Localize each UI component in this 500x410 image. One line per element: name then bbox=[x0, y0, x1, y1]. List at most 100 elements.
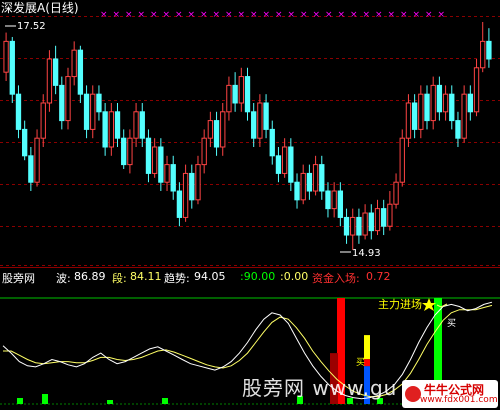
level-zero-value: :0.00 bbox=[280, 270, 309, 283]
candle-body bbox=[182, 172, 189, 218]
candle-body bbox=[362, 212, 368, 236]
candle-body bbox=[127, 137, 133, 166]
candle-body bbox=[108, 111, 114, 148]
indicator-header: 股旁网 波: 86.89 段: 84.11 趋势: 94.05 :90.00 :… bbox=[0, 270, 500, 286]
level-high-value: :90.00 bbox=[240, 270, 276, 283]
wave-label: 波: bbox=[56, 272, 71, 285]
candle-body bbox=[257, 102, 263, 139]
candle-body bbox=[21, 128, 28, 157]
candle-body bbox=[356, 216, 362, 236]
candle-body bbox=[251, 111, 257, 139]
x-marker-icon: × bbox=[263, 10, 271, 20]
candle-body bbox=[46, 58, 53, 104]
candle-body bbox=[461, 93, 467, 139]
candle-body bbox=[114, 111, 121, 139]
candle-body bbox=[244, 76, 251, 113]
x-marker-icon: × bbox=[225, 10, 233, 20]
candle-body bbox=[294, 181, 300, 201]
watermark-text: 股旁网 www.gu bbox=[242, 376, 398, 400]
candle-body bbox=[77, 49, 84, 95]
x-marker-icon: × bbox=[138, 10, 146, 20]
candle-body bbox=[83, 93, 90, 130]
trend-label: 趋势: bbox=[164, 272, 190, 285]
candle-body bbox=[381, 208, 387, 227]
candle-body bbox=[312, 164, 319, 192]
x-marker-icon: × bbox=[150, 10, 158, 20]
candle-body bbox=[189, 172, 195, 201]
candle-body bbox=[158, 146, 164, 183]
x-marker-icon: × bbox=[363, 10, 371, 20]
x-marker-icon: × bbox=[413, 10, 421, 20]
candle-body bbox=[176, 190, 183, 218]
x-marker-icon: × bbox=[288, 10, 296, 20]
candle-body bbox=[269, 128, 275, 157]
indicator-name[interactable]: 股旁网 bbox=[2, 270, 35, 286]
x-marker-icon: × bbox=[163, 10, 171, 20]
candle-body bbox=[40, 102, 46, 139]
price-high-label: 17.52 bbox=[17, 21, 46, 32]
candle-body bbox=[3, 40, 9, 73]
candle-body bbox=[207, 120, 214, 139]
x-marker-icon: × bbox=[313, 10, 321, 20]
candle-body bbox=[306, 172, 313, 192]
x-marker-icon: × bbox=[100, 10, 108, 20]
trend-value: 94.05 bbox=[194, 270, 226, 283]
candle-body bbox=[374, 208, 381, 232]
x-marker-icon: × bbox=[188, 10, 196, 20]
price-low-label: 14.93 bbox=[352, 248, 381, 259]
candle-body bbox=[65, 76, 71, 122]
candle-body bbox=[449, 93, 455, 122]
x-marker-icon: × bbox=[375, 10, 383, 20]
candle-body bbox=[399, 137, 405, 183]
candle-body bbox=[133, 111, 139, 139]
x-marker-icon: × bbox=[325, 10, 333, 20]
x-marker-icon: × bbox=[350, 10, 358, 20]
x-marker-icon: × bbox=[425, 10, 433, 20]
candle-body bbox=[275, 155, 282, 174]
candle-body bbox=[473, 67, 480, 113]
candle-body bbox=[90, 93, 96, 130]
capital-value: 0.72 bbox=[366, 270, 391, 283]
candle-body bbox=[331, 190, 337, 210]
candle-body bbox=[300, 172, 306, 201]
green-dot bbox=[42, 394, 48, 404]
candlestick-series bbox=[3, 22, 492, 250]
candle-body bbox=[319, 164, 325, 192]
candle-body bbox=[486, 40, 492, 60]
candle-body bbox=[325, 190, 331, 210]
candle-body bbox=[430, 84, 436, 122]
candle-body bbox=[59, 84, 65, 122]
x-marker-icon: × bbox=[338, 10, 346, 20]
candle-body bbox=[102, 111, 108, 148]
candle-body bbox=[424, 93, 430, 122]
capital-label: 资金入场: bbox=[312, 272, 360, 285]
candle-body bbox=[213, 120, 220, 148]
candle-body bbox=[28, 155, 34, 183]
x-marker-icon: × bbox=[213, 10, 221, 20]
x-marker-icon: × bbox=[275, 10, 283, 20]
candle-body bbox=[337, 190, 344, 218]
candle-body bbox=[232, 84, 238, 104]
candle-body bbox=[455, 120, 461, 139]
candle-body bbox=[393, 181, 399, 205]
candle-body bbox=[281, 146, 288, 174]
watermark-logo: 牛牛公式网 www.fdx001.com bbox=[402, 380, 498, 408]
candle-body bbox=[436, 84, 443, 113]
buy-label-small: 买 bbox=[356, 358, 366, 368]
candle-body bbox=[151, 146, 158, 174]
x-marker-icon: × bbox=[400, 10, 408, 20]
candle-body bbox=[442, 93, 449, 113]
chart-title: 深发展A(日线) bbox=[1, 1, 79, 15]
buy-label-large: 买 bbox=[447, 319, 457, 329]
wave-value: 86.89 bbox=[74, 270, 106, 283]
candle-body bbox=[418, 93, 424, 130]
candle-body bbox=[9, 40, 15, 95]
candle-body bbox=[139, 111, 145, 139]
logo-ball-icon bbox=[405, 386, 421, 402]
candle-body bbox=[96, 93, 102, 113]
x-marker-icon: × bbox=[250, 10, 258, 20]
segment-label: 段: bbox=[112, 272, 127, 285]
candle-body bbox=[405, 102, 412, 139]
candle-body bbox=[238, 76, 244, 104]
candle-body bbox=[350, 216, 356, 236]
